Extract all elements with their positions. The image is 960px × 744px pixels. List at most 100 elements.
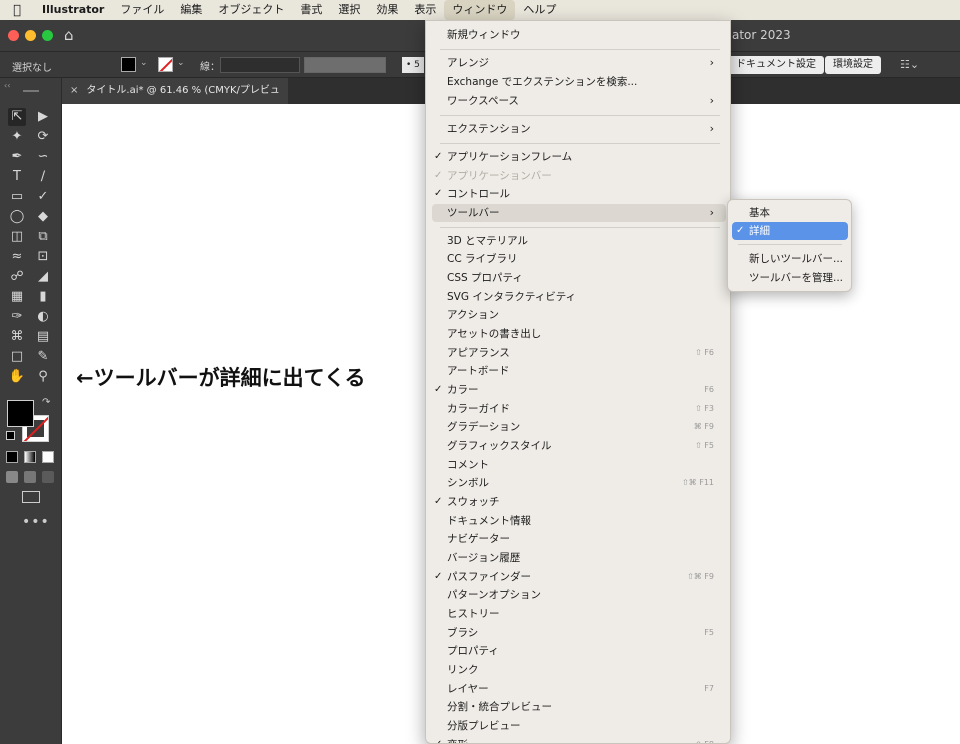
color-mode-button[interactable] (6, 451, 18, 463)
menu-item-application-frame[interactable]: ✓ アプリケーションフレーム (432, 148, 726, 166)
curvature-tool-icon[interactable]: ∽ (34, 148, 52, 166)
perspective-grid-tool-icon[interactable]: ◢ (34, 268, 52, 286)
menu-item-exchange[interactable]: Exchange でエクステンションを検索... (432, 73, 726, 91)
home-icon[interactable]: ⌂ (64, 26, 74, 44)
submenu-item-basic[interactable]: 基本 (732, 204, 848, 222)
menu-item-css-properties[interactable]: CSS プロパティ (432, 269, 726, 287)
magic-wand-tool-icon[interactable]: ✦ (8, 128, 26, 146)
type-tool-icon[interactable]: T (8, 168, 26, 186)
none-mode-button[interactable] (42, 451, 54, 463)
draw-inside-button[interactable] (42, 471, 54, 483)
menu-item-properties[interactable]: プロパティ (432, 642, 726, 660)
menu-item-color[interactable]: ✓ カラー F6 (432, 381, 726, 399)
lasso-tool-icon[interactable]: ⟳ (34, 128, 52, 146)
menu-type[interactable]: 書式 (292, 0, 330, 20)
line-segment-tool-icon[interactable]: ∕ (34, 168, 52, 186)
menu-item-links[interactable]: リンク (432, 661, 726, 679)
menu-select[interactable]: 選択 (330, 0, 368, 20)
menu-illustrator[interactable]: Illustrator (34, 0, 112, 20)
reflect-tool-icon[interactable]: ◫ (8, 228, 26, 246)
variable-width-select[interactable] (304, 57, 386, 73)
menu-edit[interactable]: 編集 (172, 0, 210, 20)
menu-file[interactable]: ファイル (112, 0, 172, 20)
column-graph-tool-icon[interactable]: ▤ (34, 328, 52, 346)
default-fill-stroke-icon[interactable] (6, 431, 15, 440)
shape-builder-tool-icon[interactable]: ☍ (8, 268, 26, 286)
menu-item-pathfinder[interactable]: ✓ パスファインダー ⇧⌘ F9 (432, 568, 726, 586)
eraser-tool-icon[interactable]: ◆ (34, 208, 52, 226)
menu-item-toolbar[interactable]: ツールバー › (432, 204, 726, 222)
stroke-color-swatch[interactable] (158, 57, 173, 72)
scale-tool-icon[interactable]: ⧉ (34, 228, 52, 246)
eyedropper-tool-icon[interactable]: ✑ (8, 308, 26, 326)
panel-collapse-icon[interactable]: ‹‹ (4, 81, 10, 90)
width-tool-icon[interactable]: ≈ (8, 248, 26, 266)
menu-item-flattener-preview[interactable]: 分割・統合プレビュー (432, 698, 726, 716)
menu-item-color-guide[interactable]: カラーガイド ⇧ F3 (432, 400, 726, 418)
slice-tool-icon[interactable]: ✎ (34, 348, 52, 366)
align-icon[interactable]: ☷⌄ (900, 58, 919, 71)
menu-item-brushes[interactable]: ブラシ F5 (432, 624, 726, 642)
chevron-down-icon[interactable]: ⌄ (140, 58, 148, 68)
menu-item-layers[interactable]: レイヤー F7 (432, 680, 726, 698)
menu-view[interactable]: 表示 (406, 0, 444, 20)
menu-item-separations-preview[interactable]: 分版プレビュー (432, 717, 726, 735)
hand-tool-icon[interactable]: ✋ (8, 368, 26, 386)
submenu-item-manage-toolbars[interactable]: ツールバーを管理... (732, 269, 848, 287)
mesh-tool-icon[interactable]: ▦ (8, 288, 26, 306)
menu-item-extensions[interactable]: エクステンション › (432, 120, 726, 138)
menu-item-pattern-options[interactable]: パターンオプション (432, 586, 726, 604)
zoom-tool-icon[interactable]: ⚲ (34, 368, 52, 386)
close-tab-icon[interactable]: × (70, 85, 78, 96)
apple-logo-icon[interactable]:  (0, 3, 34, 18)
free-transform-tool-icon[interactable]: ⊡ (34, 248, 52, 266)
fill-color-swatch[interactable] (121, 57, 136, 72)
more-tools-icon[interactable]: ••• (22, 514, 50, 530)
rectangle-tool-icon[interactable]: ▭ (8, 188, 26, 206)
menu-item-comments[interactable]: コメント (432, 456, 726, 474)
direct-selection-tool-icon[interactable]: ▶ (34, 108, 52, 126)
paintbrush-tool-icon[interactable]: ✓ (34, 188, 52, 206)
selection-tool-icon[interactable]: ⇱ (8, 108, 26, 126)
fill-swatch[interactable] (7, 400, 34, 427)
menu-item-navigator[interactable]: ナビゲーター (432, 530, 726, 548)
blend-tool-icon[interactable]: ◐ (34, 308, 52, 326)
menu-item-symbols[interactable]: シンボル ⇧⌘ F11 (432, 474, 726, 492)
menu-item-gradient[interactable]: グラデーション ⌘ F9 (432, 418, 726, 436)
menu-effect[interactable]: 効果 (368, 0, 406, 20)
menu-item-workspace[interactable]: ワークスペース › (432, 92, 726, 110)
brush-definition-select[interactable]: • 5 (402, 57, 424, 73)
menu-item-document-info[interactable]: ドキュメント情報 (432, 512, 726, 530)
submenu-item-advanced[interactable]: ✓ 詳細 (732, 222, 848, 240)
symbol-sprayer-tool-icon[interactable]: ⌘ (8, 328, 26, 346)
menu-item-arrange[interactable]: アレンジ › (432, 54, 726, 72)
zoom-window-button[interactable] (42, 30, 53, 41)
preferences-button[interactable]: 環境設定 (825, 56, 881, 74)
document-tab[interactable]: ×タイトル.ai* @ 61.46 % (CMYK/プレビュー) (62, 78, 288, 122)
menu-window[interactable]: ウィンドウ (444, 0, 516, 20)
draw-normal-button[interactable] (6, 471, 18, 483)
panel-grip-icon[interactable] (23, 90, 39, 92)
menu-item-artboards[interactable]: アートボード (432, 362, 726, 380)
menu-item-control[interactable]: ✓ コントロール (432, 185, 726, 203)
screen-mode-icon[interactable] (22, 491, 40, 503)
draw-behind-button[interactable] (24, 471, 36, 483)
stroke-weight-input[interactable] (220, 57, 300, 73)
menu-item-cc-libraries[interactable]: CC ライブラリ (432, 250, 726, 268)
menu-item-graphic-styles[interactable]: グラフィックスタイル ⇧ F5 (432, 437, 726, 455)
gradient-tool-icon[interactable]: ▮ (34, 288, 52, 306)
shaper-tool-icon[interactable]: ◯ (8, 208, 26, 226)
gradient-mode-button[interactable] (24, 451, 36, 463)
menu-item-swatches[interactable]: ✓ スウォッチ (432, 493, 726, 511)
menu-item-version-history[interactable]: バージョン履歴 (432, 549, 726, 567)
artboard-tool-icon[interactable]: □ (8, 348, 26, 366)
menu-item-transform[interactable]: ✓変形 ⇧ F8 (432, 736, 726, 743)
minimize-window-button[interactable] (25, 30, 36, 41)
menu-item-history[interactable]: ヒストリー (432, 605, 726, 623)
pen-tool-icon[interactable]: ✒ (8, 148, 26, 166)
menu-item-new-window[interactable]: 新規ウィンドウ (432, 26, 726, 44)
menu-item-actions[interactable]: アクション (432, 306, 726, 324)
submenu-item-new-toolbar[interactable]: 新しいツールバー... (732, 250, 848, 268)
menu-help[interactable]: ヘルプ (515, 0, 564, 20)
menu-item-asset-export[interactable]: アセットの書き出し (432, 325, 726, 343)
